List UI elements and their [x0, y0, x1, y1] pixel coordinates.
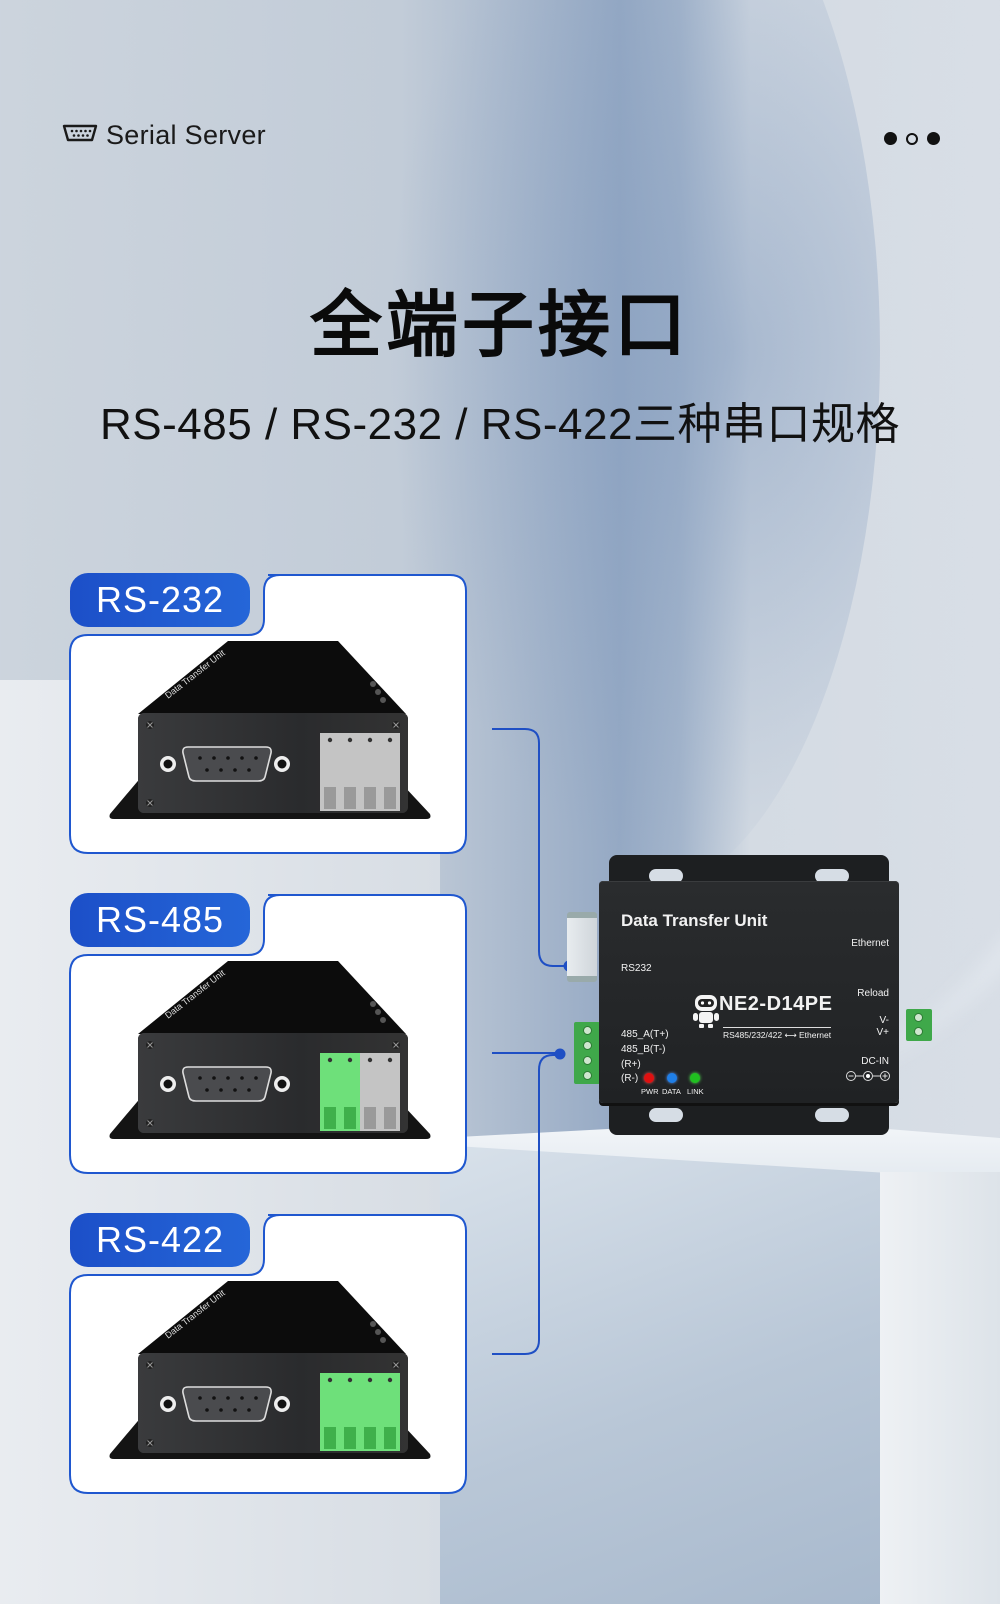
mount-slot	[815, 1108, 849, 1122]
led-data	[667, 1073, 677, 1083]
device-thumbnail-svg: Data Transfer Unit	[109, 1281, 431, 1459]
power-label-neg: V-	[879, 1015, 889, 1026]
terminal-pin	[360, 733, 380, 811]
terminal-pin	[380, 1373, 400, 1451]
standoff-icon	[274, 1076, 290, 1092]
terminal-pin	[320, 733, 340, 811]
terminal-pin	[380, 733, 400, 811]
connector-line-rs422	[492, 1054, 560, 1355]
terminal-label: 485_B(T-)	[621, 1044, 666, 1055]
device-title: Data Transfer Unit	[621, 911, 768, 930]
device-thumbnail-svg: Data Transfer Unit	[109, 641, 431, 819]
dc-in-label: DC-IN	[861, 1056, 889, 1067]
db9-port	[182, 1066, 272, 1102]
screw-icon	[146, 1439, 154, 1447]
pedestal-side	[880, 1172, 1000, 1604]
screw-icon	[392, 1361, 400, 1369]
led-label-pwr: PWR	[641, 1087, 659, 1096]
card-label: RS-232	[70, 573, 250, 627]
reload-label: Reload	[857, 988, 889, 999]
terminal-pin	[340, 1373, 360, 1451]
connector-line-rs232	[492, 728, 568, 967]
terminal-pin	[380, 1053, 400, 1131]
standoff-icon	[160, 756, 176, 772]
standoff-icon	[160, 1076, 176, 1092]
terminal-label: (R-)	[621, 1073, 639, 1084]
led-pwr	[644, 1073, 654, 1083]
device-top	[138, 641, 406, 714]
screw-icon	[392, 721, 400, 729]
device-thumbnail: Data Transfer Unit	[88, 959, 448, 1159]
screw-icon	[146, 721, 154, 729]
terminal-pin	[340, 733, 360, 811]
screw-icon	[146, 1119, 154, 1127]
pedestal-front	[440, 1145, 880, 1604]
terminal-pin	[320, 1373, 340, 1451]
page-title: 全端子接口	[309, 283, 690, 367]
led-label-data: DATA	[662, 1087, 681, 1096]
led-label-link: LINK	[687, 1087, 704, 1096]
mount-ear-bottom	[609, 1100, 889, 1135]
serial-port-icon	[62, 124, 98, 147]
device-top	[138, 1281, 406, 1354]
ethernet-label: Ethernet	[851, 938, 889, 949]
card-rs232: RS-232 Data Transfer Unit	[68, 573, 468, 855]
power-label-pos: V+	[876, 1027, 889, 1038]
rs232-label: RS232	[621, 963, 652, 974]
screw-icon	[392, 1041, 400, 1049]
model-subtitle: RS485/232/422 ⟷ Ethernet	[723, 1027, 831, 1041]
page-dot[interactable]	[927, 132, 940, 145]
standoff-icon	[160, 1396, 176, 1412]
terminal-pin	[340, 1053, 360, 1131]
device-thumbnail: Data Transfer Unit	[88, 1279, 448, 1479]
page-indicator	[884, 132, 940, 145]
device-top	[138, 961, 406, 1034]
db9-port	[182, 746, 272, 782]
mount-slot	[649, 1108, 683, 1122]
card-rs422: RS-422 Data Transfer Unit	[68, 1213, 468, 1495]
terminal-label: (R+)	[621, 1059, 641, 1070]
terminal-pin	[320, 1053, 340, 1131]
screw-icon	[146, 1361, 154, 1369]
device-thumbnail: Data Transfer Unit	[88, 639, 448, 839]
device-body: Data Transfer Unit RS232 Ethernet Reload…	[599, 881, 899, 1103]
terminal-label: 485_A(T+)	[621, 1029, 669, 1040]
robot-logo-icon	[691, 993, 721, 1029]
card-label: RS-485	[70, 893, 250, 947]
card-label: RS-422	[70, 1213, 250, 1267]
screw-icon	[146, 1041, 154, 1049]
brand-label: Serial Server	[106, 120, 266, 150]
model-name: NE2-D14PE	[719, 993, 833, 1015]
page-dot-active[interactable]	[906, 132, 918, 145]
dc-polarity-icon	[845, 1069, 891, 1087]
card-rs485: RS-485 Data Transfer Unit	[68, 893, 468, 1175]
brand-header: Serial Server	[62, 120, 266, 151]
screw-icon	[146, 799, 154, 807]
device-thumbnail-svg: Data Transfer Unit	[109, 961, 431, 1139]
page-dot[interactable]	[884, 132, 897, 145]
main-device: Data Transfer Unit RS232 Ethernet Reload…	[575, 855, 935, 1135]
connector-dot-terminal	[554, 1048, 566, 1060]
terminal-pin	[360, 1053, 380, 1131]
standoff-icon	[274, 1396, 290, 1412]
db9-port	[182, 1386, 272, 1422]
page-subtitle: RS-485 / RS-232 / RS-422三种串口规格	[100, 400, 900, 449]
standoff-icon	[274, 756, 290, 772]
led-link	[690, 1073, 700, 1083]
terminal-pin	[360, 1373, 380, 1451]
